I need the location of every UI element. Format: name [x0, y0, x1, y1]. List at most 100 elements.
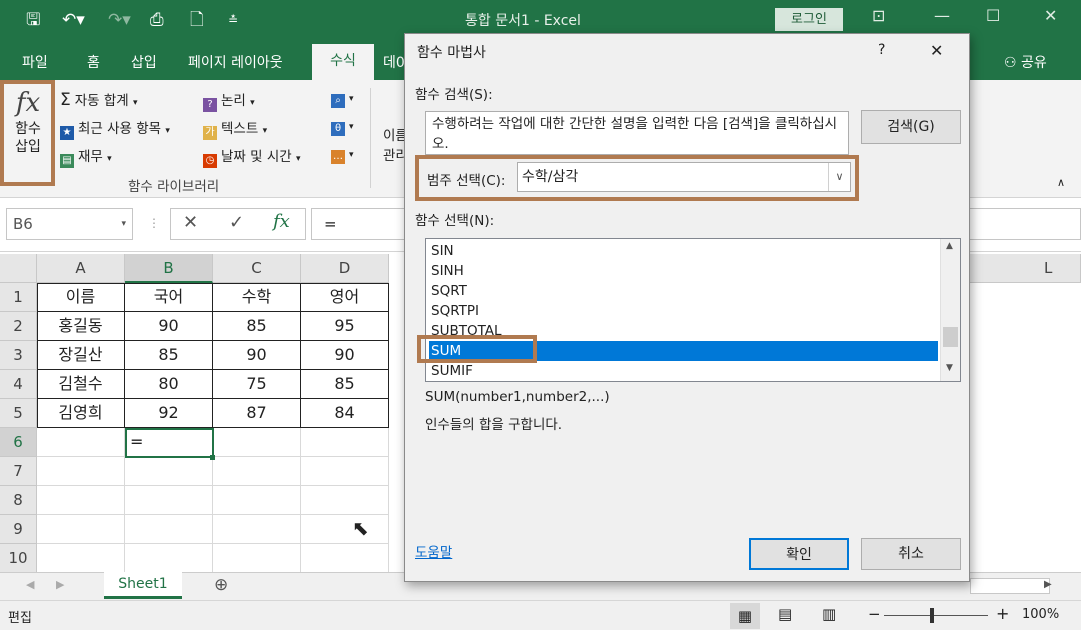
row-header[interactable]: 2: [0, 312, 37, 341]
search-button[interactable]: 검색(G): [861, 110, 961, 144]
tab-formulas[interactable]: 수식: [312, 44, 374, 80]
column-header-b[interactable]: B: [125, 254, 213, 283]
cancel-entry-icon[interactable]: ✕: [183, 212, 198, 233]
grid-cell[interactable]: [301, 544, 389, 573]
customize-toolbar-icon[interactable]: ≛: [228, 9, 238, 31]
horizontal-scrollbar[interactable]: [970, 578, 1050, 594]
row-header[interactable]: 1: [0, 283, 37, 312]
zoom-out-icon[interactable]: −: [868, 605, 881, 623]
grid-cell[interactable]: [301, 457, 389, 486]
financial-button[interactable]: ▤ 재무 ▾: [60, 145, 112, 168]
grid-cell[interactable]: 87: [213, 399, 301, 428]
row-header[interactable]: 10: [0, 544, 37, 573]
ribbon-display-icon[interactable]: ⊡: [872, 6, 885, 25]
function-list-scrollbar[interactable]: ▲ ▼: [940, 239, 960, 381]
tab-file[interactable]: 파일: [22, 52, 48, 72]
scroll-right-icon[interactable]: ▶: [1044, 579, 1052, 590]
grid-cell[interactable]: [213, 515, 301, 544]
text-button[interactable]: 가 텍스트 ▾: [203, 117, 267, 140]
select-all-corner[interactable]: [0, 254, 37, 283]
grid-cell[interactable]: 75: [213, 370, 301, 399]
grid-cell[interactable]: 84: [301, 399, 389, 428]
login-button[interactable]: 로그인: [775, 8, 843, 31]
normal-view-icon[interactable]: ▦: [730, 603, 760, 629]
column-header-a[interactable]: A: [37, 254, 125, 283]
category-select[interactable]: 수학/삼각 ∨: [517, 162, 851, 192]
function-list-item[interactable]: SIN: [429, 241, 938, 261]
fill-handle[interactable]: [210, 455, 215, 460]
row-header[interactable]: 3: [0, 341, 37, 370]
grid-cell[interactable]: 영어: [301, 283, 389, 312]
ok-button[interactable]: 확인: [749, 538, 849, 570]
chevron-down-icon[interactable]: ∨: [828, 163, 850, 191]
more-functions-button[interactable]: … ▾: [331, 145, 354, 164]
zoom-level[interactable]: 100%: [1022, 607, 1059, 622]
zoom-slider[interactable]: [884, 615, 988, 616]
lookup-button[interactable]: ⌕ ▾: [331, 89, 354, 108]
grid-cell[interactable]: 90: [301, 341, 389, 370]
grid-cell[interactable]: [125, 515, 213, 544]
grid-cell[interactable]: 92: [125, 399, 213, 428]
grid-cell[interactable]: [125, 486, 213, 515]
grid-cell[interactable]: 국어: [125, 283, 213, 312]
grid-cell[interactable]: [125, 544, 213, 573]
function-list-item[interactable]: SQRT: [429, 281, 938, 301]
tab-insert[interactable]: 삽입: [131, 52, 157, 72]
grid-cell[interactable]: 90: [125, 312, 213, 341]
collapse-ribbon-icon[interactable]: ∧: [1057, 176, 1065, 189]
grid-cell[interactable]: 90: [213, 341, 301, 370]
next-sheet-icon[interactable]: ▶: [56, 578, 64, 591]
grid-cell[interactable]: [213, 486, 301, 515]
grid-cell[interactable]: [37, 544, 125, 573]
grid-cell[interactable]: 수학: [213, 283, 301, 312]
row-header[interactable]: 7: [0, 457, 37, 486]
logical-button[interactable]: ? 논리 ▾: [203, 89, 255, 112]
column-header-c[interactable]: C: [213, 254, 301, 283]
dialog-close-icon[interactable]: ✕: [930, 41, 943, 60]
close-window-icon[interactable]: ✕: [1044, 6, 1057, 25]
cancel-button[interactable]: 취소: [861, 538, 961, 570]
math-trig-button[interactable]: θ ▾: [331, 117, 354, 136]
scroll-up-icon[interactable]: ▲: [946, 241, 953, 251]
chevron-down-icon[interactable]: ▾: [121, 209, 126, 239]
row-header[interactable]: 8: [0, 486, 37, 515]
row-header[interactable]: 6: [0, 428, 37, 457]
datetime-button[interactable]: ◷ 날짜 및 시간 ▾: [203, 145, 301, 168]
prev-sheet-icon[interactable]: ◀: [26, 578, 34, 591]
maximize-icon[interactable]: ☐: [986, 6, 1000, 25]
grid-cell[interactable]: [213, 428, 301, 457]
tab-page-layout[interactable]: 페이지 레이아웃: [188, 52, 283, 72]
confirm-entry-icon[interactable]: ✓: [229, 212, 244, 233]
help-link[interactable]: 도움말: [415, 541, 452, 561]
grid-cell[interactable]: [301, 486, 389, 515]
redo-icon[interactable]: ↷▾: [108, 9, 131, 31]
function-list-item[interactable]: SINH: [429, 261, 938, 281]
grid-cell[interactable]: [301, 428, 389, 457]
recent-functions-button[interactable]: ★ 최근 사용 항목 ▾: [60, 117, 170, 140]
grid-cell[interactable]: [37, 457, 125, 486]
sheet-tab-sheet1[interactable]: Sheet1: [104, 572, 182, 599]
new-document-icon[interactable]: 🗋: [190, 9, 204, 31]
share-button[interactable]: ⚇ 공유: [1004, 52, 1047, 72]
grid-cell[interactable]: 95: [301, 312, 389, 341]
insert-function-button[interactable]: fx 함수 삽입: [6, 86, 50, 156]
minimize-icon[interactable]: —: [934, 6, 950, 25]
tab-home[interactable]: 홈: [87, 52, 100, 72]
zoom-in-icon[interactable]: +: [996, 604, 1009, 623]
grid-cell[interactable]: [125, 457, 213, 486]
page-layout-view-icon[interactable]: ▤: [778, 605, 792, 623]
grid-cell[interactable]: [301, 515, 389, 544]
insert-function-icon[interactable]: fx: [273, 211, 290, 232]
scrollbar-thumb[interactable]: [943, 327, 958, 347]
tab-data[interactable]: 데0: [383, 52, 405, 72]
row-header[interactable]: 5: [0, 399, 37, 428]
grid-cell[interactable]: [37, 428, 125, 457]
page-break-view-icon[interactable]: ▥: [822, 605, 836, 623]
zoom-slider-thumb[interactable]: [930, 608, 934, 623]
function-list-item[interactable]: SUMIF: [429, 361, 938, 381]
grid-cell[interactable]: 80: [125, 370, 213, 399]
scroll-down-icon[interactable]: ▼: [946, 363, 953, 373]
grid-cell[interactable]: 김철수: [37, 370, 125, 399]
row-header[interactable]: 9: [0, 515, 37, 544]
help-icon[interactable]: ?: [878, 42, 885, 58]
